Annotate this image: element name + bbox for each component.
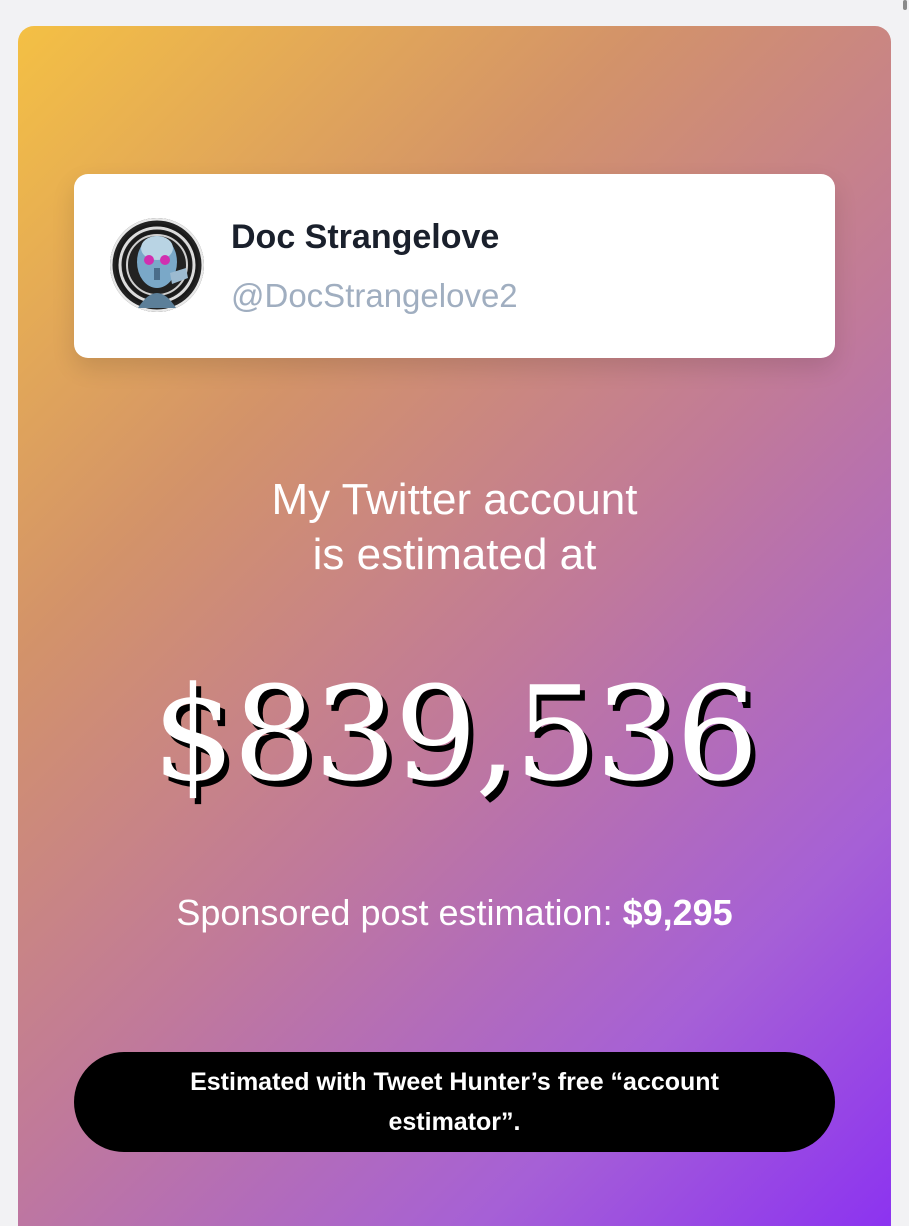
- estimated-amount: $839,536: [152, 658, 758, 810]
- sponsored-label: Sponsored post estimation:: [176, 892, 623, 933]
- sponsored-estimation: Sponsored post estimation: $9,295: [18, 892, 891, 934]
- profile-card: Doc Strangelove @DocStrangelove2: [74, 174, 835, 358]
- profile-avatar-icon[interactable]: [110, 218, 204, 312]
- profile-name: Doc Strangelove: [231, 218, 500, 256]
- sponsored-value: $9,295: [622, 892, 733, 933]
- headline-line-2: is estimated at: [312, 530, 597, 579]
- estimator-credit-text: Estimated with Tweet Hunter’s free “acco…: [190, 1068, 719, 1136]
- profile-handle[interactable]: @DocStrangelove2: [231, 277, 518, 315]
- estimator-credit-button[interactable]: Estimated with Tweet Hunter’s free “acco…: [74, 1052, 835, 1152]
- scrollbar[interactable]: [903, 0, 907, 10]
- estimate-card: Doc Strangelove @DocStrangelove2 My Twit…: [18, 26, 891, 1226]
- headline-line-1: My Twitter account: [271, 475, 638, 524]
